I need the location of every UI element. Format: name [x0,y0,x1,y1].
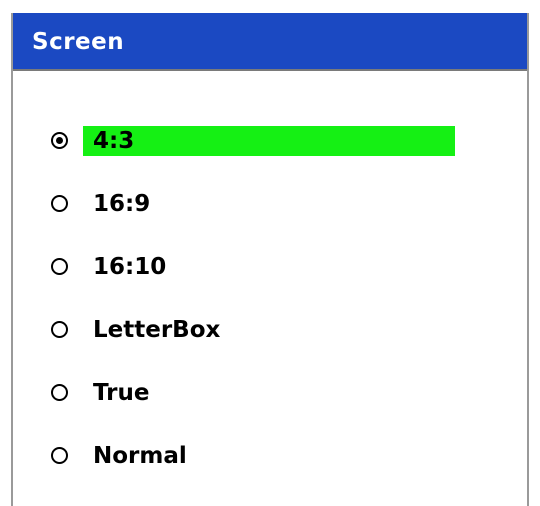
radio-dot-icon [56,137,63,144]
option-letterbox[interactable]: LetterBox [13,309,527,353]
option-16-9[interactable]: 16:9 [13,183,527,227]
menu-title: Screen [32,29,125,55]
radio-unselected-icon[interactable] [51,195,68,212]
option-label: LetterBox [93,317,221,343]
radio-unselected-icon[interactable] [51,384,68,401]
option-label: Normal [93,443,187,469]
option-label: 16:10 [93,254,167,280]
radio-unselected-icon[interactable] [51,447,68,464]
screen-menu-panel: Screen 4:3 16:9 16:10 LetterBox True Nor… [11,13,529,506]
option-label: 4:3 [83,126,455,156]
radio-unselected-icon[interactable] [51,258,68,275]
radio-selected-icon[interactable] [51,132,68,149]
option-label: True [93,380,150,406]
option-16-10[interactable]: 16:10 [13,246,527,290]
radio-unselected-icon[interactable] [51,321,68,338]
option-normal[interactable]: Normal [13,435,527,479]
option-4-3[interactable]: 4:3 [13,120,527,164]
option-label: 16:9 [93,191,151,217]
option-true[interactable]: True [13,372,527,416]
menu-title-bar: Screen [13,13,527,71]
